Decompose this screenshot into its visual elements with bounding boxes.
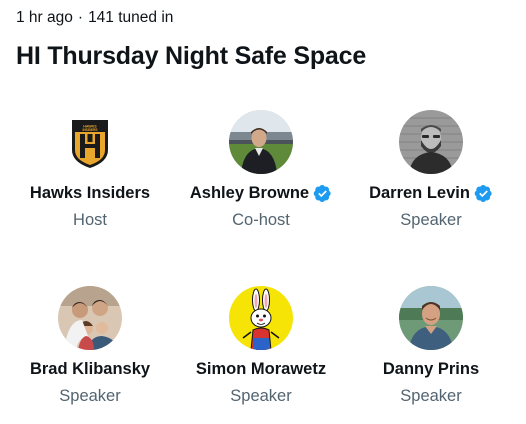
avatar[interactable]: HAWKS INSIDERS — [58, 110, 122, 174]
participant-role: Speaker — [400, 211, 462, 229]
svg-text:INSIDERS: INSIDERS — [82, 128, 97, 132]
participant-role: Speaker — [59, 387, 121, 405]
avatar[interactable] — [229, 286, 293, 350]
verified-badge-icon — [474, 184, 493, 203]
participants-grid: HAWKS INSIDERS Hawks Insiders Host Ashle… — [0, 0, 526, 424]
hawks-insiders-logo-icon: HAWKS INSIDERS — [72, 120, 108, 168]
avatar[interactable] — [399, 286, 463, 350]
participant-role: Speaker — [230, 387, 292, 405]
avatar-photo-icon — [229, 110, 293, 174]
avatar-photo-icon — [399, 110, 463, 174]
participant-ashley-browne[interactable]: Ashley Browne Co-host — [175, 110, 347, 230]
participant-darren-levin[interactable]: Darren Levin Speaker — [345, 110, 517, 230]
participant-name: Hawks Insiders — [29, 184, 151, 202]
avatar[interactable] — [58, 286, 122, 350]
verified-badge-icon — [313, 184, 332, 203]
participant-role: Co-host — [232, 211, 290, 229]
participant-simon-morawetz[interactable]: Simon Morawetz Speaker — [175, 286, 347, 406]
avatar-photo-icon — [58, 286, 122, 350]
avatar[interactable] — [229, 110, 293, 174]
participant-danny-prins[interactable]: Danny Prins Speaker — [345, 286, 517, 406]
avatar-photo-icon — [399, 286, 463, 350]
participant-name: Danny Prins — [382, 360, 480, 378]
participant-hawks-insiders[interactable]: HAWKS INSIDERS Hawks Insiders Host — [4, 110, 176, 230]
participant-name: Simon Morawetz — [195, 360, 327, 378]
avatar[interactable] — [399, 110, 463, 174]
participant-role: Speaker — [400, 387, 462, 405]
cartoon-rabbit-icon — [229, 286, 293, 350]
participant-role: Host — [73, 211, 107, 229]
participant-name: Darren Levin — [369, 184, 470, 202]
participant-brad-klibansky[interactable]: Brad Klibansky Speaker — [4, 286, 176, 406]
participant-name: Brad Klibansky — [29, 360, 151, 378]
participant-name: Ashley Browne — [189, 184, 310, 202]
